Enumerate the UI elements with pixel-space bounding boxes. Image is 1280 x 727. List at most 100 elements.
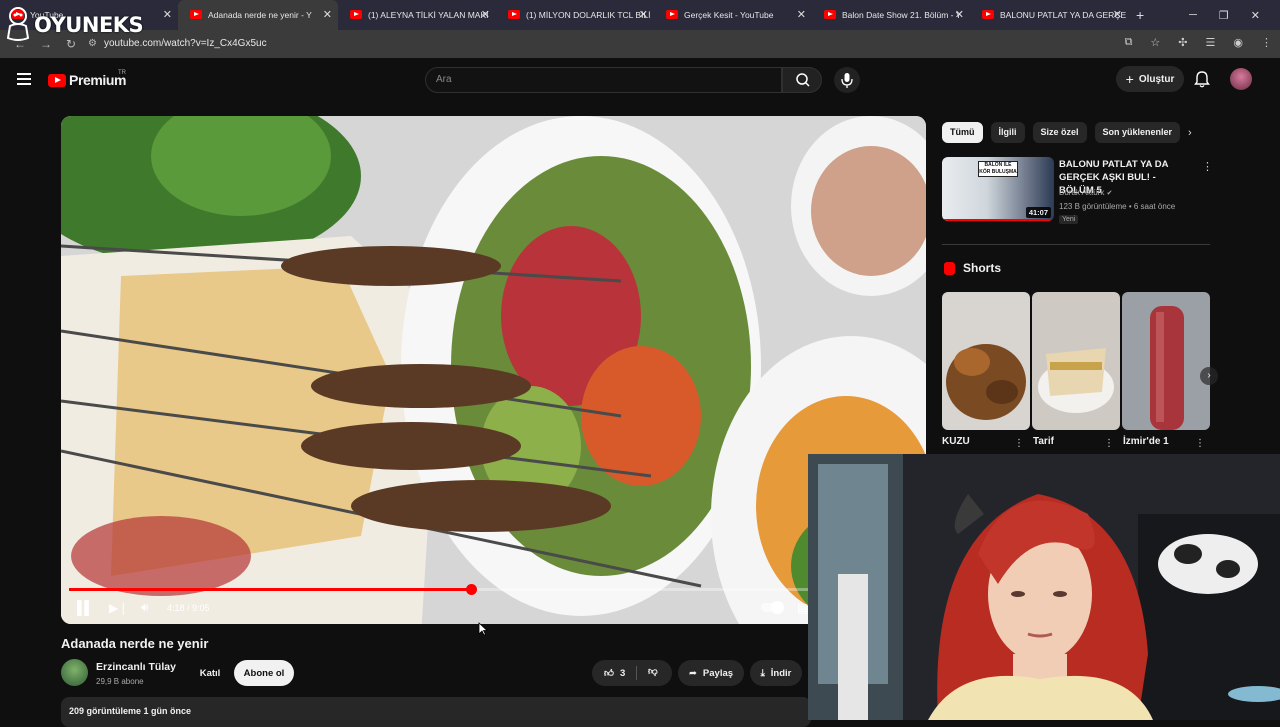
notifications-bell-icon[interactable] — [1194, 70, 1210, 88]
channel-avatar[interactable] — [61, 659, 88, 686]
browser-menu-icon[interactable]: ⋮ — [1261, 36, 1272, 49]
browser-tab[interactable]: (1) ALEYNA TİLKİ YALAN MAKİ ✕ — [338, 0, 496, 30]
channel-label: Burak Aktürk — [1059, 188, 1105, 197]
tab-title: (1) MİLYON DOLARLIK TCL BİLİ — [526, 10, 651, 20]
address-bar: ← → ↻ ⚙ youtube.com/watch?v=Iz_Cx4Gx5uc … — [0, 30, 1280, 58]
browser-tab[interactable]: BALONU PATLAT YA DA GERÇE ✕ — [970, 0, 1128, 30]
new-tab-icon[interactable]: + — [1136, 7, 1144, 23]
new-badge: Yeni — [1059, 215, 1079, 224]
profile-icon[interactable]: ◉ — [1233, 36, 1243, 49]
youtube-logo-icon — [48, 73, 66, 87]
subtitles-icon[interactable]: ▤ — [797, 601, 808, 615]
webcam-feed-image — [808, 454, 1280, 720]
time-display: 4:18 / 9:05 — [167, 603, 210, 613]
window-close-icon[interactable]: ✕ — [1251, 9, 1260, 22]
minimize-icon[interactable]: ─ — [1189, 9, 1197, 21]
youtube-favicon-icon — [190, 10, 202, 19]
playlist-icon[interactable]: ☰ — [1206, 36, 1216, 49]
mascot-logo-icon — [6, 7, 30, 41]
thumbnail-banner: BALON İLE KÖR BULUŞMA — [978, 161, 1018, 177]
download-label: İndir — [770, 667, 792, 679]
short-menu-icon[interactable]: ⋮ — [1104, 438, 1114, 449]
share-label: Paylaş — [702, 667, 734, 679]
short-thumbnail[interactable] — [942, 292, 1030, 430]
like-button[interactable]: 👍︎ 3 — [604, 667, 626, 680]
close-tab-icon[interactable]: ✕ — [955, 8, 964, 21]
browser-tab[interactable]: Balon Date Show 21. Bölüm - Y ✕ — [812, 0, 970, 30]
browser-tab[interactable]: Gerçek Kesit - YouTube ✕ — [654, 0, 812, 30]
shorts-logo-icon — [944, 261, 955, 275]
youtube-favicon-icon — [350, 10, 362, 19]
chip-related[interactable]: İlgili — [990, 122, 1025, 143]
share-arrow-icon: ➦ — [688, 667, 697, 679]
short-menu-icon[interactable]: ⋮ — [1014, 438, 1024, 449]
short-thumbnail[interactable] — [1032, 292, 1120, 430]
youtube-premium-logo[interactable]: Premium — [48, 72, 127, 88]
bookmark-star-icon[interactable]: ☆ — [1150, 36, 1160, 49]
recommended-stats: 123 B görüntüleme • 6 saat önce — [1059, 202, 1176, 211]
verified-check-icon: ✔ — [1106, 190, 1113, 197]
window-controls: ─ ❐ ✕ — [1189, 0, 1280, 30]
short-title[interactable]: Tarif — [1033, 436, 1054, 447]
like-count: 3 — [619, 667, 626, 679]
close-tab-icon[interactable]: ✕ — [639, 8, 648, 21]
video-player[interactable]: ▌▌ ▶❘ 🔊︎ 4:18 / 9:05 ▤ — [61, 116, 926, 624]
account-avatar[interactable] — [1230, 68, 1252, 90]
maximize-icon[interactable]: ❐ — [1219, 9, 1229, 22]
volume-icon[interactable]: 🔊︎ — [141, 600, 149, 615]
video-frame-image — [61, 116, 926, 624]
share-button[interactable]: ➦ Paylaş — [678, 660, 744, 686]
tab-title: Adanada nerde ne yenir - Y — [208, 10, 312, 20]
youtube-masthead: Premium TR Ara + Oluştur — [0, 58, 1280, 102]
channel-name[interactable]: Erzincanlı Tülay — [96, 661, 176, 673]
more-actions-icon[interactable]: ⋮ — [1202, 160, 1213, 173]
short-thumbnail[interactable] — [1122, 292, 1210, 430]
dislike-button[interactable]: 👎︎ — [648, 665, 658, 677]
search-input[interactable]: Ara — [425, 67, 782, 93]
progress-played — [69, 588, 472, 591]
autoplay-toggle[interactable] — [761, 601, 784, 614]
join-button[interactable]: Katıl — [195, 660, 225, 686]
create-button[interactable]: + Oluştur — [1116, 66, 1184, 92]
close-tab-icon[interactable]: ✕ — [481, 8, 490, 21]
recommended-channel[interactable]: Burak Aktürk ✔ — [1059, 188, 1112, 197]
browser-toolbar-right: ⧉ ☆ ✣ ☰ ◉ ⋮ — [1125, 36, 1272, 49]
watermark-text: OYUNEKS — [34, 13, 144, 37]
short-menu-icon[interactable]: ⋮ — [1195, 438, 1205, 449]
youtube-favicon-icon — [982, 10, 994, 19]
close-tab-icon[interactable]: ✕ — [1113, 8, 1122, 21]
progress-bar[interactable] — [69, 584, 918, 595]
extensions-icon[interactable]: ✣ — [1178, 36, 1187, 49]
short-title[interactable]: KUZU — [942, 436, 970, 447]
chip-all[interactable]: Tümü — [942, 122, 983, 143]
close-tab-icon[interactable]: ✕ — [163, 8, 172, 21]
pause-icon[interactable]: ▌▌ — [77, 600, 93, 615]
shorts-next-icon[interactable]: › — [1200, 367, 1218, 385]
video-duration: 41:07 — [1025, 207, 1051, 218]
chip-for-you[interactable]: Size özel — [1032, 122, 1087, 143]
youtube-favicon-icon — [508, 10, 520, 19]
search-button[interactable] — [782, 67, 822, 93]
divider — [636, 666, 637, 680]
shorts-header: Shorts — [944, 261, 1001, 275]
youtube-favicon-icon — [824, 10, 836, 19]
next-video-icon[interactable]: ▶❘ — [109, 601, 128, 615]
video-description-box[interactable]: 209 görüntüleme 1 gün önce — [61, 697, 811, 727]
channel-watermark: OYUNEKS — [4, 6, 144, 44]
section-divider — [942, 244, 1210, 245]
shorts-title: Shorts — [963, 261, 1002, 275]
subscribe-button[interactable]: Abone ol — [234, 660, 294, 686]
download-button[interactable]: ⤓ İndir — [750, 660, 802, 686]
chip-recently-uploaded[interactable]: Son yüklenenler — [1094, 122, 1181, 143]
voice-search-button[interactable] — [834, 67, 860, 93]
microphone-icon — [841, 73, 853, 88]
browser-tab-active[interactable]: Adanada nerde ne yenir - Y ✕ — [178, 0, 338, 30]
install-app-icon[interactable]: ⧉ — [1125, 36, 1133, 49]
close-tab-icon[interactable]: ✕ — [797, 8, 806, 21]
close-tab-icon[interactable]: ✕ — [323, 8, 332, 21]
menu-icon[interactable] — [17, 73, 31, 85]
browser-tab[interactable]: (1) MİLYON DOLARLIK TCL BİLİ ✕ — [496, 0, 654, 30]
short-title[interactable]: İzmir'de 1 — [1123, 436, 1169, 447]
recommended-video-thumbnail[interactable]: BALON İLE KÖR BULUŞMA 41:07 — [942, 157, 1054, 221]
chevron-right-icon[interactable]: › — [1188, 127, 1192, 139]
